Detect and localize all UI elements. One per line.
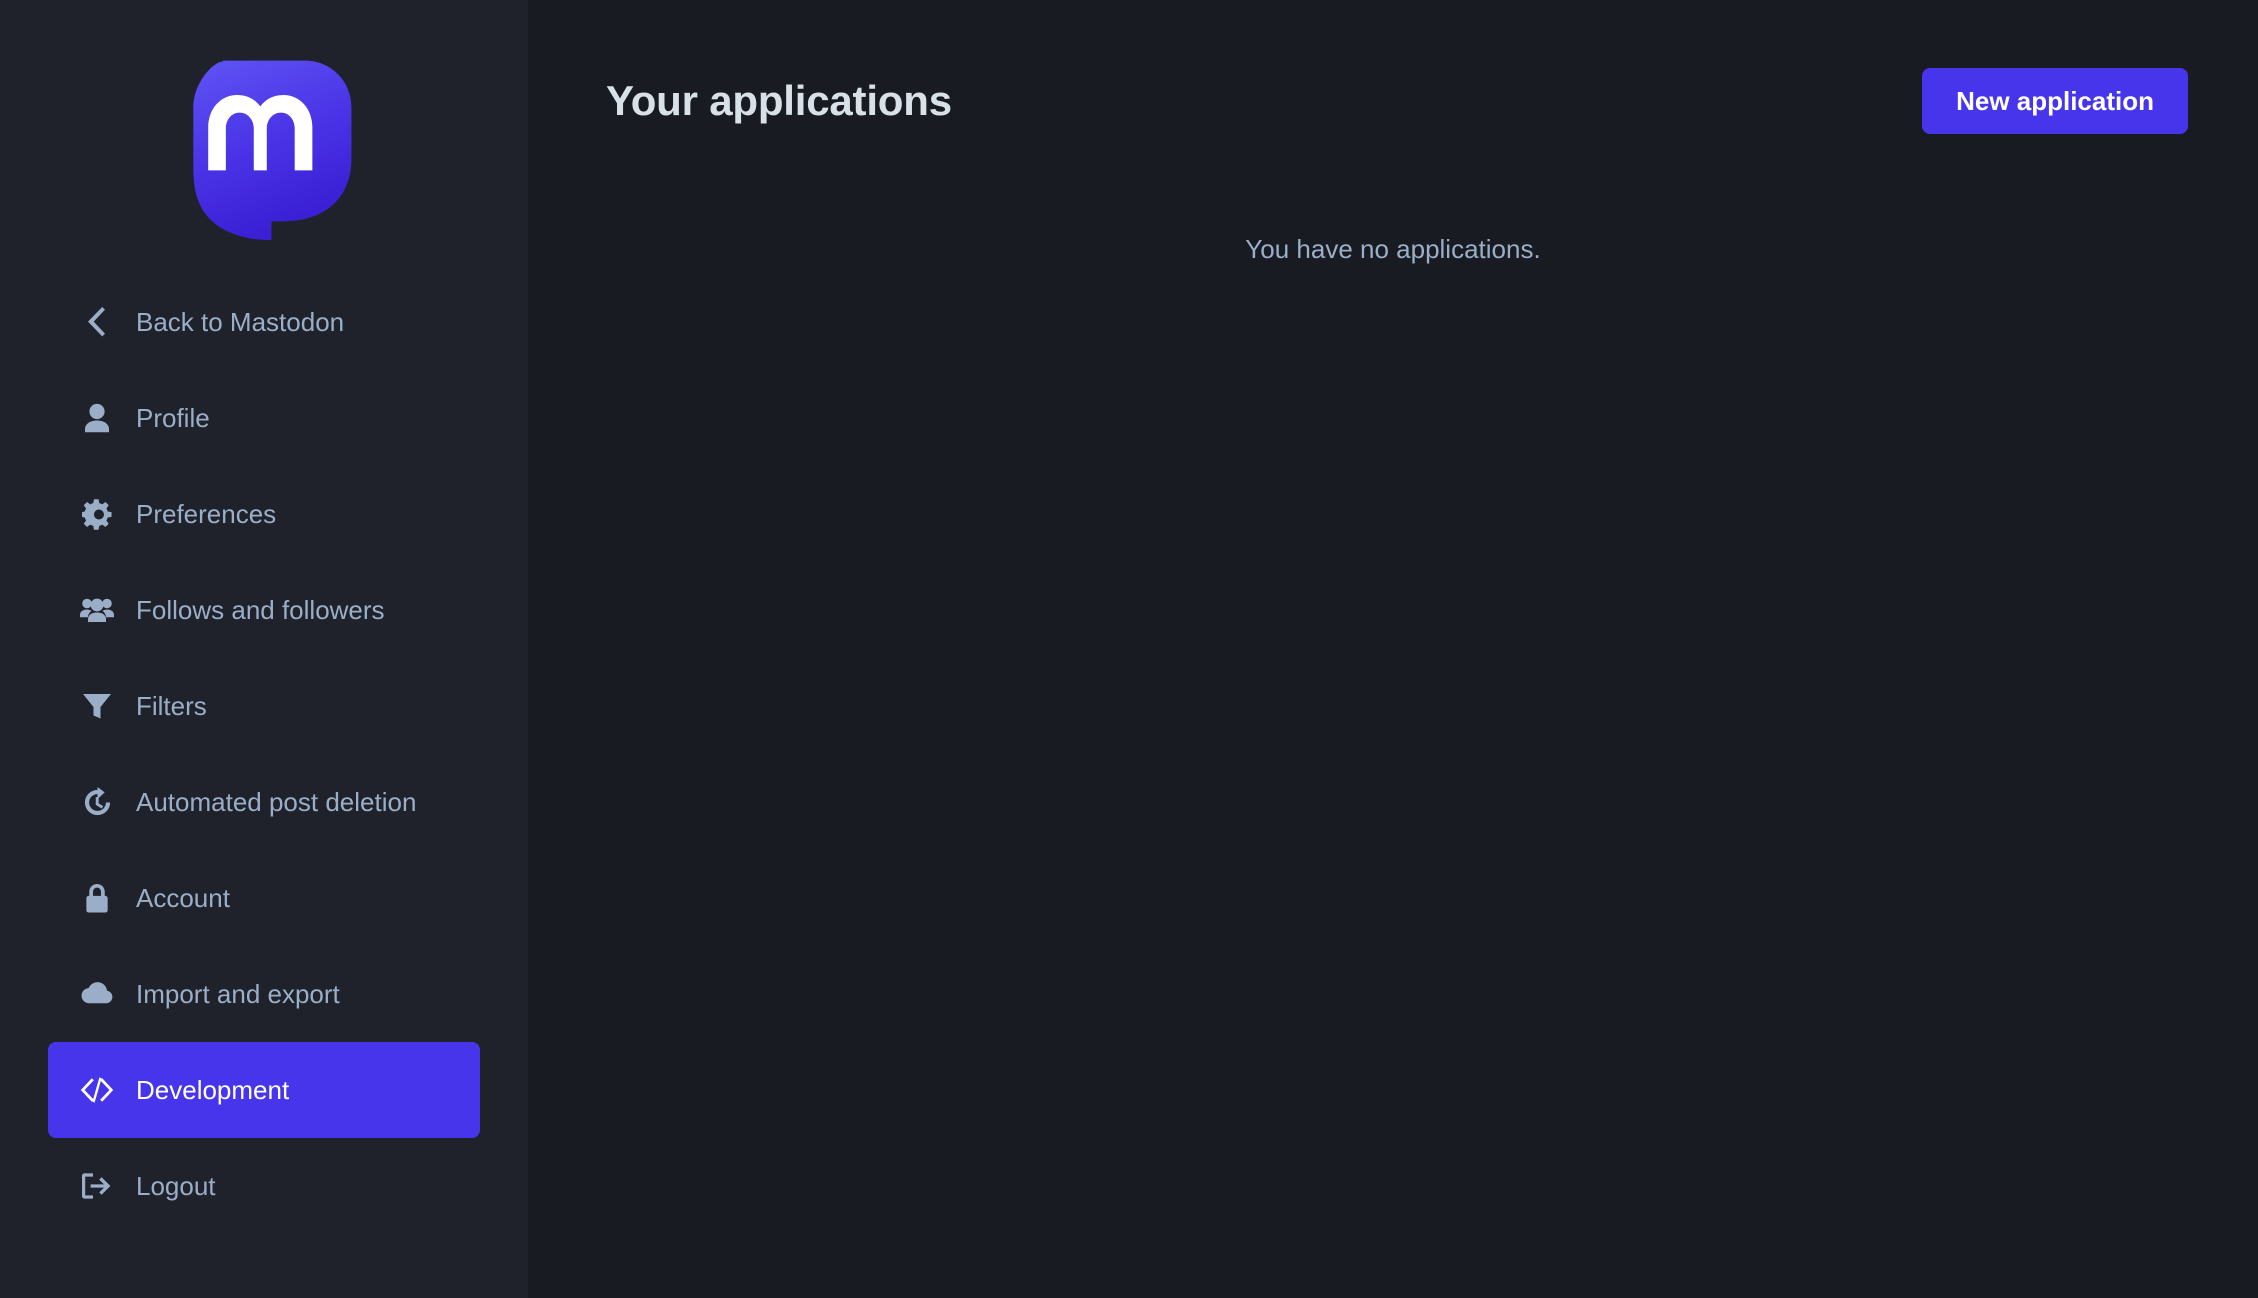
sidebar-item-account[interactable]: Account xyxy=(48,850,480,946)
lock-icon xyxy=(80,881,114,915)
sidebar-item-import-and-export[interactable]: Import and export xyxy=(48,946,480,1042)
people-group-icon xyxy=(80,593,114,627)
sidebar-item-label: Development xyxy=(136,1075,290,1105)
sidebar-item-automated-post-deletion[interactable]: Automated post deletion xyxy=(48,754,480,850)
sidebar-item-label: Logout xyxy=(136,1171,216,1201)
sidebar-item-label: Import and export xyxy=(136,979,340,1009)
logo-container xyxy=(0,22,528,274)
sidebar-item-development[interactable]: Development xyxy=(48,1042,480,1138)
sidebar-nav: Back to Mastodon Profile Preferences Fol… xyxy=(0,274,528,1234)
sidebar-item-label: Account xyxy=(136,883,230,913)
history-clock-icon xyxy=(80,785,114,819)
sidebar-item-label: Profile xyxy=(136,403,210,433)
sidebar-item-label: Preferences xyxy=(136,499,277,529)
page-header: Your applications New application xyxy=(588,0,2198,134)
sidebar-item-filters[interactable]: Filters xyxy=(48,658,480,754)
person-icon xyxy=(80,401,114,435)
sidebar-item-label: Follows and followers xyxy=(136,595,385,625)
sidebar-item-profile[interactable]: Profile xyxy=(48,370,480,466)
empty-state-message: You have no applications. xyxy=(1245,234,1541,264)
sidebar-item-label: Filters xyxy=(136,691,207,721)
mastodon-logo[interactable] xyxy=(171,55,357,241)
sidebar-item-back-to-mastodon[interactable]: Back to Mastodon xyxy=(48,274,480,370)
gear-icon xyxy=(80,497,114,531)
page-title: Your applications xyxy=(606,77,952,124)
sidebar-item-follows-and-followers[interactable]: Follows and followers xyxy=(48,562,480,658)
sidebar-item-preferences[interactable]: Preferences xyxy=(48,466,480,562)
sidebar-item-label: Back to Mastodon xyxy=(136,307,345,337)
cloud-download-icon xyxy=(80,977,114,1011)
new-application-button[interactable]: New application xyxy=(1922,68,2188,134)
sidebar: Back to Mastodon Profile Preferences Fol… xyxy=(0,0,528,1298)
code-brackets-icon xyxy=(80,1073,114,1107)
main-content: Your applications New application You ha… xyxy=(528,0,2258,1298)
chevron-left-icon xyxy=(80,305,114,339)
sidebar-item-label: Automated post deletion xyxy=(136,787,417,817)
funnel-icon xyxy=(80,689,114,723)
sidebar-item-logout[interactable]: Logout xyxy=(48,1138,480,1234)
sign-out-icon xyxy=(80,1169,114,1203)
